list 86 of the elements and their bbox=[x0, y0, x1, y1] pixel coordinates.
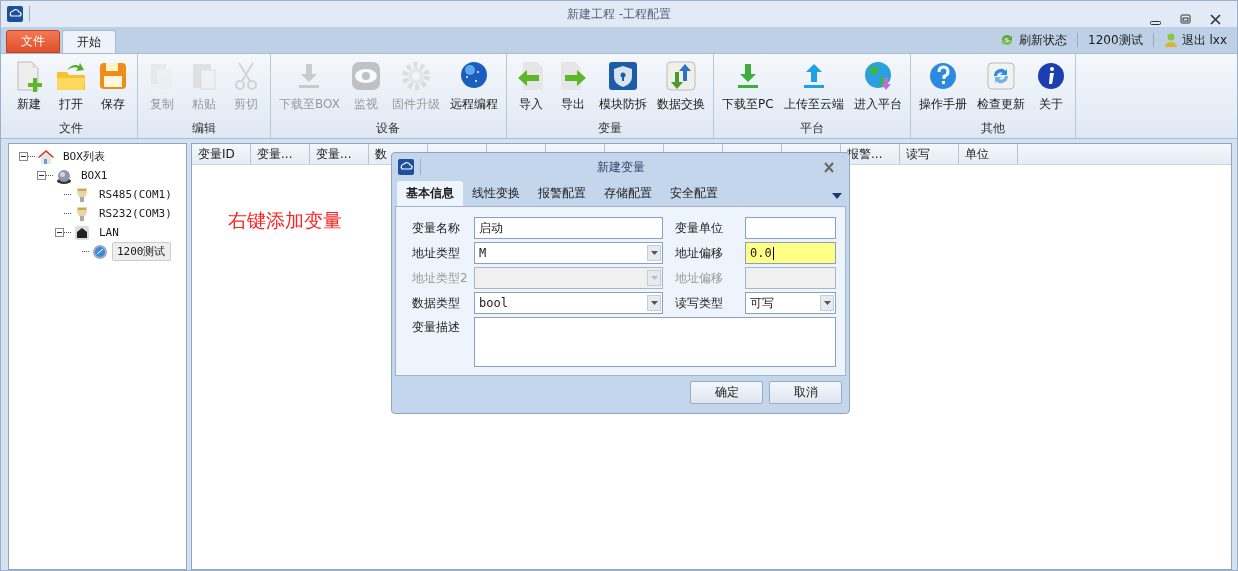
tree-item[interactable]: RS485(COM1) bbox=[94, 186, 177, 203]
tree-item[interactable]: LAN bbox=[94, 224, 124, 241]
connector-icon bbox=[74, 186, 90, 203]
dialog-tab[interactable]: 线性变换 bbox=[463, 181, 529, 206]
exchange-arrows-icon bbox=[664, 60, 697, 92]
floppy-icon bbox=[97, 60, 129, 92]
column-header[interactable]: 变量ID bbox=[192, 144, 251, 164]
dialog-button[interactable]: 取消 bbox=[769, 381, 842, 404]
ribbon-button[interactable]: 进入平台 bbox=[851, 58, 904, 120]
column-header[interactable]: 变量... bbox=[310, 144, 369, 164]
collapse-toggle[interactable] bbox=[55, 228, 64, 237]
network-port-icon bbox=[74, 224, 90, 241]
window-title: 新建工程 -工程配置 bbox=[566, 6, 672, 23]
collapse-toggle[interactable] bbox=[37, 171, 46, 180]
input-field[interactable]: 0.0 bbox=[745, 242, 836, 264]
ribbon-button[interactable]: 新建 bbox=[11, 58, 47, 120]
caret-icon bbox=[832, 193, 842, 199]
ribbon-button[interactable]: 模块防拆 bbox=[596, 58, 649, 120]
project-name-link[interactable]: 1200测试 bbox=[1088, 31, 1143, 49]
ribbon-button[interactable]: 远程编程 bbox=[447, 58, 500, 120]
caret-icon bbox=[823, 301, 831, 305]
dropdown-field[interactable]: bool bbox=[474, 292, 663, 314]
group-label: 其他 bbox=[979, 120, 1006, 137]
tree-item[interactable]: RS232(COM3) bbox=[94, 205, 177, 222]
hint-text: 右键添加变量 bbox=[228, 208, 342, 233]
column-header[interactable]: 变量... bbox=[251, 144, 310, 164]
field-label: 数据类型 bbox=[411, 294, 461, 312]
description-field[interactable] bbox=[474, 317, 836, 367]
field-label: 地址偏移 bbox=[674, 269, 724, 287]
tree-item[interactable]: BOX列表 bbox=[58, 147, 110, 166]
group-label: 设备 bbox=[375, 120, 402, 137]
toolbar-link[interactable]: 退出 lxx bbox=[1181, 31, 1227, 49]
dropdown-field[interactable]: M bbox=[474, 242, 663, 264]
dialog-tab[interactable]: 存储配置 bbox=[595, 181, 661, 206]
column-header[interactable]: 单位 bbox=[959, 144, 1018, 164]
maximize-icon bbox=[1178, 12, 1193, 26]
eye-icon bbox=[349, 60, 382, 92]
user-icon bbox=[1163, 32, 1178, 48]
minimize-icon bbox=[1150, 21, 1161, 25]
caret-icon bbox=[650, 276, 658, 280]
caret-icon bbox=[650, 301, 658, 305]
ribbon-button[interactable]: 检查更新 bbox=[974, 58, 1027, 120]
collapse-toggle[interactable] bbox=[19, 152, 28, 161]
device-icon bbox=[56, 167, 72, 184]
group-label: 编辑 bbox=[191, 120, 217, 137]
dialog-title: 新建变量 bbox=[596, 159, 645, 176]
ribbon-button[interactable]: 保存 bbox=[95, 58, 131, 120]
app-logo-icon bbox=[398, 159, 414, 175]
ribbon-button[interactable]: 下载至PC bbox=[719, 58, 776, 120]
group-label: 变量 bbox=[596, 120, 623, 137]
field-label: 地址偏移 bbox=[674, 244, 724, 262]
refresh-icon bbox=[984, 60, 1017, 92]
group-label: 平台 bbox=[798, 120, 825, 137]
group-label: 文件 bbox=[58, 120, 84, 137]
caret-icon bbox=[650, 251, 658, 255]
gear-icon bbox=[399, 60, 432, 92]
field-label: 变量单位 bbox=[674, 219, 724, 237]
column-header[interactable]: 读写 bbox=[900, 144, 959, 164]
toolbar-link[interactable]: 刷新状态 bbox=[1019, 31, 1068, 49]
tree-item[interactable]: BOX1 bbox=[76, 167, 113, 184]
ribbon-button[interactable]: 上传至云端 bbox=[781, 58, 846, 120]
dialog-button[interactable]: 确定 bbox=[690, 381, 763, 404]
dialog-tab[interactable]: 基本信息 bbox=[397, 181, 463, 206]
dialog-tab[interactable]: 安全配置 bbox=[661, 181, 727, 206]
field-label: 地址类型 bbox=[411, 244, 461, 262]
connector-icon bbox=[74, 205, 90, 222]
dialog-tab[interactable]: 报警配置 bbox=[529, 181, 595, 206]
ribbon-button[interactable]: 关于 bbox=[1032, 58, 1069, 120]
dropdown-field[interactable]: 可写 bbox=[745, 292, 836, 314]
house-icon bbox=[38, 148, 54, 165]
ribbon-tab[interactable]: 开始 bbox=[62, 30, 116, 53]
app-logo-icon bbox=[7, 6, 23, 22]
input-field[interactable] bbox=[745, 217, 836, 239]
close-icon bbox=[1208, 12, 1223, 26]
ribbon-button[interactable]: 导出 bbox=[554, 58, 591, 120]
tree-item[interactable]: 1200测试 bbox=[112, 242, 171, 261]
field-label: 地址类型2 bbox=[411, 269, 469, 287]
field-label: 读写类型 bbox=[674, 294, 724, 312]
ribbon-button[interactable]: 导入 bbox=[512, 58, 549, 120]
field-label: 变量名称 bbox=[411, 219, 461, 237]
lock-shield-icon bbox=[606, 60, 639, 92]
ribbon-button[interactable]: 数据交换 bbox=[654, 58, 707, 120]
ribbon-button[interactable]: 操作手册 bbox=[916, 58, 969, 120]
ribbon-button[interactable]: 打开 bbox=[53, 58, 89, 120]
input-field[interactable]: 启动 bbox=[474, 217, 663, 239]
field-label: 变量描述 bbox=[411, 319, 461, 336]
